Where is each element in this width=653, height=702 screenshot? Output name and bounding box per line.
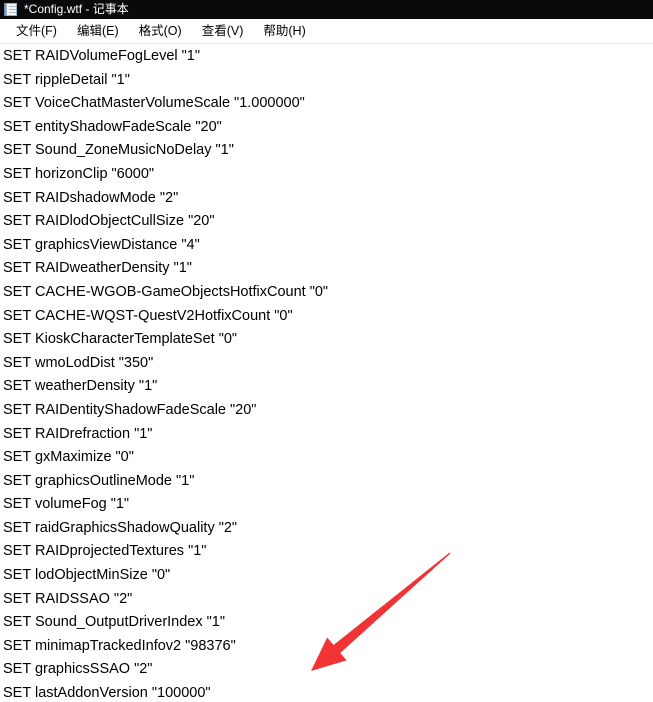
text-line: SET RAIDVolumeFogLevel "1" bbox=[3, 48, 201, 64]
text-line: SET CACHE-WQST-QuestV2HotfixCount "0" bbox=[3, 307, 293, 324]
text-line: SET CACHE-WGOB-GameObjectsHotfixCount "0… bbox=[3, 283, 329, 300]
text-line: SET graphicsViewDistance "4" bbox=[3, 236, 200, 253]
text-line: SET graphicsOutlineMode "1" bbox=[3, 472, 195, 489]
text-line: SET minimapTrackedInfov2 "98376" bbox=[3, 637, 236, 654]
text-line: SET entityShadowFadeScale "20" bbox=[3, 118, 222, 135]
text-line: SET gxMaximize "0" bbox=[3, 449, 134, 466]
menubar: 文件(F) 编辑(E) 格式(O) 查看(V) 帮助(H) bbox=[0, 19, 653, 44]
text-line: SET wmoLodDist "350" bbox=[3, 354, 154, 371]
text-line: SET lastAddonVersion "100000" bbox=[3, 685, 211, 702]
text-line: SET RAIDshadowMode "2" bbox=[3, 189, 179, 206]
text-line: SET RAIDrefraction "1" bbox=[3, 425, 153, 442]
text-line: SET horizonClip "6000" bbox=[3, 165, 155, 182]
menu-edit[interactable]: 编辑(E) bbox=[67, 21, 129, 41]
text-editor-area[interactable]: SET RAIDVolumeFogLevel "1" SET rippleDeta… bbox=[0, 45, 653, 702]
menu-view[interactable]: 查看(V) bbox=[192, 21, 254, 41]
text-line: SET Sound_OutputDriverIndex "1" bbox=[3, 614, 226, 631]
text-line: SET rippleDetail "1" bbox=[3, 71, 130, 88]
text-line: SET RAIDprojectedTextures "1" bbox=[3, 543, 207, 560]
text-line: SET KioskCharacterTemplateSet "0" bbox=[3, 331, 238, 348]
text-line: SET RAIDentityShadowFadeScale "20" bbox=[3, 401, 257, 418]
menu-help[interactable]: 帮助(H) bbox=[253, 21, 315, 41]
text-line: SET VoiceChatMasterVolumeScale "1.000000… bbox=[3, 95, 305, 112]
text-line: SET Sound_ZoneMusicNoDelay "1" bbox=[3, 142, 234, 159]
text-line: SET RAIDlodObjectCullSize "20" bbox=[3, 213, 215, 230]
notepad-icon bbox=[4, 2, 18, 17]
menu-file[interactable]: 文件(F) bbox=[6, 21, 67, 41]
text-line: SET weatherDensity "1" bbox=[3, 378, 158, 395]
text-line: SET lodObjectMinSize "0" bbox=[3, 567, 171, 584]
text-line: SET volumeFog "1" bbox=[3, 496, 130, 513]
text-line: SET raidGraphicsShadowQuality "2" bbox=[3, 519, 238, 536]
window-titlebar: *Config.wtf - 记事本 bbox=[0, 0, 653, 19]
text-line: SET graphicsSSAO "2" bbox=[3, 661, 153, 678]
menu-format[interactable]: 格式(O) bbox=[129, 21, 192, 41]
text-line: SET RAIDSSAO "2" bbox=[3, 590, 133, 607]
window-title: *Config.wtf - 记事本 bbox=[24, 2, 129, 16]
text-line: SET RAIDweatherDensity "1" bbox=[3, 260, 192, 277]
